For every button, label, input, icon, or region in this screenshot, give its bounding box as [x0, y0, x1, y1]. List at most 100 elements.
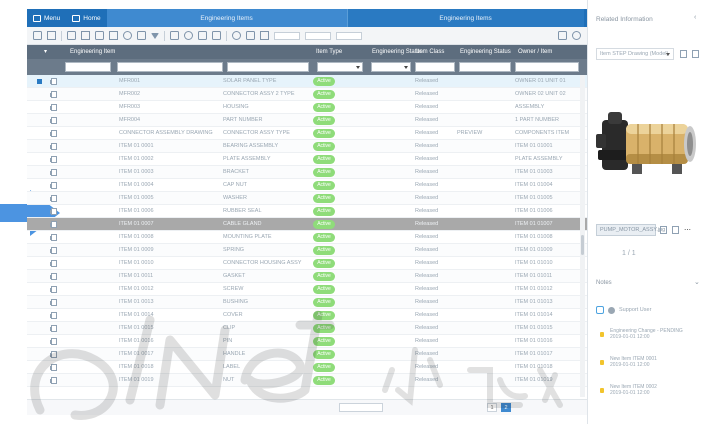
table-row[interactable]: ITEM 01 0017 HANDLE Released ITEM 01 01017 A…	[27, 348, 587, 361]
page-size-box[interactable]	[339, 403, 383, 412]
table-row[interactable]: ITEM 01 0007 CABLE GLAND Released ITEM 01 0…	[27, 218, 587, 231]
lock-icon[interactable]	[170, 31, 179, 40]
document-icon[interactable]	[50, 208, 57, 215]
download-icon[interactable]	[680, 50, 687, 58]
col-item-class[interactable]: Item Class	[413, 45, 444, 59]
table-row[interactable]: CONNECTOR ASSEMBLY DRAWING CONNECTOR ASSY…	[27, 127, 587, 140]
table-row[interactable]: ITEM 01 0004 CAP NUT Released ITEM 01 01004…	[27, 179, 587, 192]
home-button[interactable]: Home	[66, 9, 106, 27]
table-row[interactable]: ITEM 01 0018 LABEL Released ITEM 01 01018 Ac…	[27, 361, 587, 374]
attachment-file-bar[interactable]: PUMP_MOTOR_ASSY.jpg	[596, 224, 665, 236]
document-icon[interactable]	[50, 247, 57, 254]
table-row[interactable]: ITEM 01 0014 COVER Released ITEM 01 01014 Ac…	[27, 309, 587, 322]
filter-status-2[interactable]	[459, 62, 511, 72]
grid-icon[interactable]	[260, 31, 269, 40]
col-engineering-item[interactable]: Engineering Item	[67, 45, 115, 59]
table-row[interactable]: MFR004 PART NUMBER Released 1 PART NUMBER Ac…	[27, 114, 587, 127]
attachment-select[interactable]: Item STEP Drawing (Model)	[596, 48, 674, 60]
download-icon[interactable]	[151, 32, 159, 39]
save-icon[interactable]	[95, 31, 104, 40]
document-icon[interactable]	[50, 377, 57, 384]
table-row[interactable]: ITEM 01 0015 CLIP Released ITEM 01 01015 Act…	[27, 322, 587, 335]
image-pager[interactable]: 1 / 1	[622, 250, 636, 257]
filter-col2[interactable]	[117, 62, 223, 72]
document-icon[interactable]	[50, 169, 57, 176]
panel-close-icon[interactable]: ‹	[694, 14, 700, 22]
document-icon[interactable]	[50, 221, 57, 228]
upload-icon[interactable]	[672, 226, 679, 234]
col-owner-item[interactable]: Owner / Item	[515, 45, 552, 59]
move-down-icon[interactable]	[212, 31, 221, 40]
settings-icon[interactable]	[558, 31, 567, 40]
tab-engineering-items-1[interactable]: Engineering Items	[106, 9, 347, 27]
table-row[interactable]: ITEM 01 0003 BRACKET Released ITEM 01 01003…	[27, 166, 587, 179]
scrollbar-thumb[interactable]	[581, 235, 584, 255]
move-up-icon[interactable]	[198, 31, 207, 40]
link-icon[interactable]	[246, 31, 255, 40]
table-row[interactable]: MFR001 SOLAR PANEL TYPE Released OWNER 01 U…	[27, 75, 587, 88]
table-row[interactable]: ITEM 01 0012 SCREW Released ITEM 01 01012 Ac…	[27, 283, 587, 296]
table-row[interactable]: ITEM 01 0006 RUBBER SEAL Released ITEM 01 0…	[27, 205, 587, 218]
table-row[interactable]: MFR003 HOUSING Released ASSEMBLY Active	[27, 101, 587, 114]
document-icon[interactable]	[50, 325, 57, 332]
refresh-icon[interactable]	[123, 31, 132, 40]
trash-icon[interactable]	[660, 226, 667, 234]
document-icon[interactable]	[50, 312, 57, 319]
activity-item[interactable]: New Item ITEM 0002 2019-01-01 12:00	[600, 384, 700, 396]
table-row[interactable]: ITEM 01 0019 NUT Released ITEM 01 01019 Acti…	[27, 374, 587, 387]
unlock-icon[interactable]	[184, 31, 193, 40]
document-icon[interactable]	[50, 260, 57, 267]
document-icon[interactable]	[50, 351, 57, 358]
help-icon[interactable]	[572, 31, 581, 40]
table-row[interactable]: ITEM 01 0009 SPRING Released ITEM 01 01009 A…	[27, 244, 587, 257]
note-icon[interactable]	[596, 306, 604, 314]
activity-item[interactable]: Engineering Change - PENDING 2019-01-01 1…	[600, 328, 700, 340]
document-icon[interactable]	[50, 338, 57, 345]
grid-scrollbar[interactable]	[580, 75, 585, 397]
col-engineering-status-2[interactable]: Engineering Status	[457, 45, 511, 59]
table-row[interactable]: MFR002 CONNECTOR ASSY 2 TYPE Released OWNER…	[27, 88, 587, 101]
document-icon[interactable]	[50, 182, 57, 189]
activity-item[interactable]: New Item ITEM 0001 2019-01-01 12:00	[600, 356, 700, 368]
page-button-2[interactable]: 2	[501, 403, 511, 412]
expand-row-icon[interactable]	[37, 79, 42, 84]
page-button-1[interactable]: 1	[487, 403, 497, 412]
filter-dropdown[interactable]	[305, 31, 331, 40]
table-row[interactable]: ITEM 01 0001 BEARING ASSEMBLY Released ITEM…	[27, 140, 587, 153]
document-icon[interactable]	[50, 143, 57, 150]
filter-engineering-item[interactable]	[65, 62, 111, 72]
table-row[interactable]: ITEM 01 0002 PLATE ASSEMBLY Released PLATE …	[27, 153, 587, 166]
filter-item-type[interactable]	[317, 62, 363, 72]
document-icon[interactable]	[50, 156, 57, 163]
table-row[interactable]: ITEM 01 0008 MOUNTING PLATE Released ITEM 0…	[27, 231, 587, 244]
more-icon[interactable]: ⋯	[684, 226, 691, 234]
columns-dropdown[interactable]	[336, 31, 362, 40]
print-icon[interactable]	[137, 31, 146, 40]
collapse-icon[interactable]: ⌄	[694, 278, 700, 286]
document-icon[interactable]	[50, 117, 57, 124]
tab-engineering-items-2[interactable]: Engineering Items	[346, 9, 584, 27]
document-icon[interactable]	[50, 195, 57, 202]
table-row[interactable]: ITEM 01 0016 PIN Released ITEM 01 01016 Acti…	[27, 335, 587, 348]
document-icon[interactable]	[109, 31, 118, 40]
menu-button[interactable]: Menu	[27, 9, 66, 27]
document-icon[interactable]	[50, 364, 57, 371]
filter-engineering-status[interactable]	[371, 62, 411, 72]
attach-icon[interactable]	[232, 31, 241, 40]
document-icon[interactable]	[50, 91, 57, 98]
document-icon[interactable]	[50, 234, 57, 241]
open-icon[interactable]	[692, 50, 699, 58]
new-icon[interactable]	[67, 31, 76, 40]
table-row[interactable]: ITEM 01 0010 CONNECTOR HOUSING ASSY Releas…	[27, 257, 587, 270]
col-item-type[interactable]: Item Type	[313, 45, 342, 59]
document-icon[interactable]	[50, 104, 57, 111]
document-icon[interactable]	[50, 299, 57, 306]
document-icon[interactable]	[50, 130, 57, 137]
document-icon[interactable]	[50, 78, 57, 85]
table-row[interactable]: ITEM 01 0013 BUSHING Released ITEM 01 01013…	[27, 296, 587, 309]
document-icon[interactable]	[50, 273, 57, 280]
document-icon[interactable]	[50, 286, 57, 293]
view-dropdown[interactable]	[274, 31, 300, 40]
copy-icon[interactable]	[81, 31, 90, 40]
filter-item-class[interactable]	[415, 62, 455, 72]
